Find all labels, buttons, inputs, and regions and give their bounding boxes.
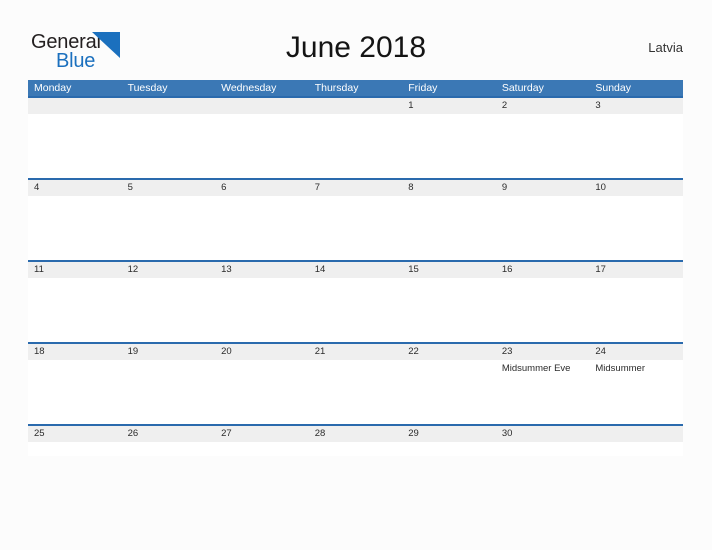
day-number: 29 bbox=[408, 428, 419, 439]
weekday-header-sunday: Sunday bbox=[595, 82, 631, 94]
day-number: 14 bbox=[314, 264, 326, 275]
day-number: 8 bbox=[408, 182, 414, 193]
day-cell[interactable]: 7 bbox=[308, 180, 403, 260]
day-number: 18 bbox=[34, 346, 45, 357]
day-cell[interactable]: 26 bbox=[121, 426, 216, 456]
day-number: 21 bbox=[314, 346, 326, 357]
day-cell[interactable] bbox=[121, 98, 216, 178]
day-number: 12 bbox=[127, 264, 139, 275]
calendar-grid: Monday Tuesday Wednesday Thursday Friday… bbox=[28, 80, 683, 456]
day-number: 27 bbox=[221, 428, 232, 439]
day-cell[interactable]: 25 bbox=[28, 426, 122, 456]
day-cell[interactable]: 13 bbox=[215, 262, 309, 342]
day-number: 20 bbox=[221, 346, 232, 357]
day-cell[interactable] bbox=[589, 426, 683, 456]
day-number: 19 bbox=[127, 346, 139, 357]
day-cell[interactable]: 1 bbox=[402, 98, 496, 178]
weekday-header-wednesday: Wednesday bbox=[221, 82, 277, 94]
day-cell[interactable]: 4 bbox=[28, 180, 122, 260]
day-cell[interactable]: 9 bbox=[495, 180, 590, 260]
day-cell[interactable]: 8 bbox=[402, 180, 496, 260]
day-cell[interactable]: 19 bbox=[121, 344, 216, 424]
day-cell[interactable]: 6 bbox=[215, 180, 309, 260]
day-number: 16 bbox=[501, 264, 513, 275]
week-row: 18 19 20 21 22 23 Midsummer Eve 24 Midsu… bbox=[28, 342, 683, 424]
day-number: 2 bbox=[501, 100, 508, 111]
page-header: General Blue June 2018 Latvia bbox=[0, 28, 712, 74]
weekday-header-row: Monday Tuesday Wednesday Thursday Friday… bbox=[28, 80, 683, 96]
day-cell[interactable]: 20 bbox=[215, 344, 309, 424]
weekday-header-thursday: Thursday bbox=[314, 82, 359, 94]
day-cell[interactable]: 3 bbox=[589, 98, 683, 178]
day-cell[interactable]: 30 bbox=[495, 426, 590, 456]
weekday-header-tuesday: Tuesday bbox=[127, 82, 168, 94]
day-cell[interactable]: 17 bbox=[589, 262, 683, 342]
day-number: 22 bbox=[408, 346, 419, 357]
day-number: 6 bbox=[221, 182, 227, 193]
day-cell[interactable]: 10 bbox=[589, 180, 683, 260]
day-cell[interactable]: 18 bbox=[28, 344, 122, 424]
weekday-header-saturday: Saturday bbox=[501, 82, 544, 94]
day-cell[interactable]: 14 bbox=[308, 262, 403, 342]
day-cell[interactable]: 16 bbox=[495, 262, 590, 342]
day-cell[interactable] bbox=[308, 98, 403, 178]
day-number: 26 bbox=[127, 428, 139, 439]
day-number: 28 bbox=[314, 428, 326, 439]
day-number: 1 bbox=[408, 100, 414, 111]
day-number: 30 bbox=[501, 428, 513, 439]
day-cell[interactable]: 24 Midsummer bbox=[589, 344, 683, 424]
day-number: 13 bbox=[221, 264, 232, 275]
day-number: 3 bbox=[595, 100, 601, 111]
day-cell[interactable] bbox=[215, 98, 309, 178]
day-number: 7 bbox=[314, 182, 320, 193]
day-event: Midsummer bbox=[595, 363, 645, 374]
week-row: 1 2 3 bbox=[28, 96, 683, 178]
day-cell[interactable]: 29 bbox=[402, 426, 496, 456]
day-cell[interactable]: 2 bbox=[495, 98, 590, 178]
day-number: 11 bbox=[34, 264, 44, 275]
day-cell[interactable]: 12 bbox=[121, 262, 216, 342]
day-number: 24 bbox=[595, 346, 606, 357]
day-number: 4 bbox=[34, 182, 40, 193]
day-number: 10 bbox=[595, 182, 606, 193]
day-cell[interactable]: 28 bbox=[308, 426, 403, 456]
day-number: 17 bbox=[595, 264, 606, 275]
week-row: 11 12 13 14 15 16 17 bbox=[28, 260, 683, 342]
week-row: 25 26 27 28 29 30 bbox=[28, 424, 683, 456]
day-cell[interactable]: 23 Midsummer Eve bbox=[495, 344, 590, 424]
day-cell[interactable] bbox=[28, 98, 122, 178]
page-title: June 2018 bbox=[285, 31, 427, 64]
day-event: Midsummer Eve bbox=[501, 363, 571, 374]
day-cell[interactable]: 5 bbox=[121, 180, 216, 260]
day-cell[interactable]: 21 bbox=[308, 344, 403, 424]
day-number: 15 bbox=[408, 264, 419, 275]
day-number: 23 bbox=[501, 346, 513, 357]
day-cell[interactable]: 15 bbox=[402, 262, 496, 342]
day-cell[interactable]: 27 bbox=[215, 426, 309, 456]
country-label: Latvia bbox=[648, 40, 683, 55]
day-number: 25 bbox=[34, 428, 45, 439]
week-row: 4 5 6 7 8 9 10 bbox=[28, 178, 683, 260]
day-number: 9 bbox=[501, 182, 508, 193]
day-number: 5 bbox=[127, 182, 133, 193]
day-cell[interactable]: 11 bbox=[28, 262, 122, 342]
weekday-header-monday: Monday bbox=[34, 82, 72, 94]
weekday-header-friday: Friday bbox=[408, 82, 438, 94]
day-cell[interactable]: 22 bbox=[402, 344, 496, 424]
